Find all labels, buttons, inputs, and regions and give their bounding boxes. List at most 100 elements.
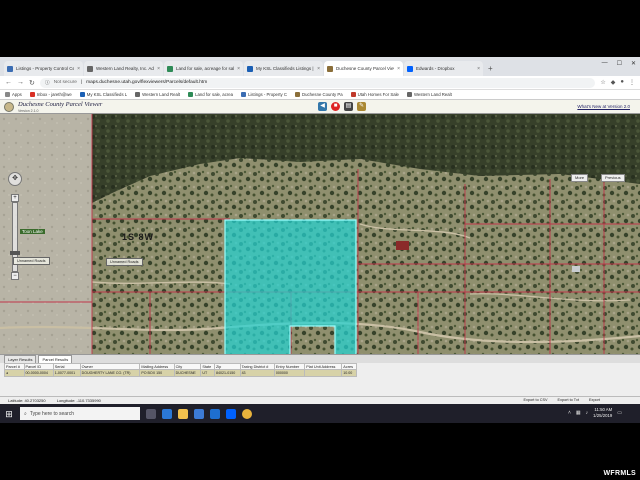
map-view[interactable]: 1S 8W Toon Lake ✥ + − Unnamed Roads Unna… (0, 114, 640, 354)
latitude-readout: Latitude: 40.2703250 (8, 398, 46, 403)
export-button[interactable]: Export (589, 398, 600, 402)
bookmark-item[interactable]: Western Land Realt (135, 92, 180, 97)
notification-chevron-icon[interactable]: ˄ (568, 410, 571, 416)
table-cell: PO BOX 150 (139, 369, 175, 377)
tab-parcel-results[interactable]: Parcel Results (38, 355, 73, 363)
more-button[interactable]: More (571, 174, 589, 182)
volume-icon[interactable]: ♪ (586, 410, 589, 416)
edge-icon[interactable] (162, 408, 172, 419)
taskbar-search[interactable]: ⌕ Type here to search (20, 407, 140, 420)
results-table: Parcel # Parcel ID Serial Owner Mailing … (4, 363, 357, 377)
browser-tab[interactable]: Listings - Property Control Cente × (4, 61, 83, 76)
bookmark-item[interactable]: Listings - Property C (241, 92, 287, 97)
browser-tab[interactable]: My KSL Classifieds Listings | ksl × (244, 61, 323, 76)
draw-icon[interactable]: ✎ (357, 102, 366, 111)
map-canvas[interactable] (0, 114, 640, 354)
tab-close-icon[interactable]: × (237, 66, 240, 72)
reload-icon[interactable]: ↻ (29, 79, 35, 87)
close-window-icon[interactable]: ✕ (631, 60, 636, 67)
star-icon[interactable]: ☆ (600, 79, 605, 86)
previous-button[interactable]: Previous (601, 174, 625, 182)
table-cell: DOUGHERTY LANE CO. (TR) (79, 369, 141, 377)
task-view-icon[interactable] (146, 408, 156, 419)
pinned-apps (146, 408, 252, 419)
watermark: WFRMLS (603, 470, 636, 477)
row-select-icon[interactable]: ◂ (4, 369, 25, 377)
browser-tab-active[interactable]: Duchesne County Parcel Viewer × (324, 61, 403, 76)
search-icon: ⌕ (24, 410, 27, 417)
table-row[interactable]: ◂ 00-0000-0004 1-0077-0001 DOUGHERTY LAN… (4, 369, 357, 377)
zoom-out-button[interactable]: − (11, 272, 19, 280)
longitude-readout: Longitude: -110.7335990 (56, 398, 101, 403)
browser-tab[interactable]: Western Land Realty, Inc. Admin × (84, 61, 163, 76)
status-bar: Latitude: 40.2703250 Longitude: -110.733… (0, 396, 640, 404)
clock[interactable]: 11:50 AM 1/25/2019 (593, 407, 612, 418)
action-center-icon[interactable]: ▭ (617, 410, 622, 416)
export-txt-button[interactable]: Export to Txt (558, 398, 579, 402)
clock-date: 1/25/2019 (593, 412, 613, 418)
zoom-slider-thumb[interactable] (10, 251, 20, 255)
bookmark-item[interactable]: Utah Homes For Sale (350, 92, 399, 97)
tab-close-icon[interactable]: × (77, 66, 80, 72)
new-tab-button[interactable]: + (488, 64, 493, 73)
table-cell: 1-0077-0001 (52, 369, 81, 377)
bookmark-item[interactable]: Inbox - jareth@we (29, 92, 72, 97)
tab-label: Edwards - Dropbox (416, 66, 455, 71)
url-field[interactable]: ⓘ Not secure | maps.duchesne.utah.gov/fl… (39, 77, 596, 88)
browser-tab[interactable]: Land for sale, acreage for sale, U × (164, 61, 243, 76)
export-csv-button[interactable]: Export to CSV (523, 398, 547, 402)
forward-icon[interactable]: → (17, 79, 24, 86)
tab-close-icon[interactable]: × (477, 66, 480, 72)
file-explorer-icon[interactable] (178, 408, 188, 419)
browser-tab-strip: Listings - Property Control Cente × West… (0, 57, 640, 76)
stop-icon[interactable]: ■ (331, 102, 340, 111)
bookmark-apps[interactable]: Apps (5, 92, 22, 97)
maximize-icon[interactable]: ☐ (617, 60, 622, 67)
dropbox-icon[interactable] (226, 408, 236, 419)
back-icon[interactable]: ← (5, 79, 12, 86)
bookmark-icon (241, 92, 247, 97)
navigate-icon[interactable]: ◀ (318, 102, 327, 111)
bookmark-item[interactable]: Land for sale, acrea (188, 92, 233, 97)
township-label: 1S 8W (122, 232, 155, 242)
tab-close-icon[interactable]: × (157, 66, 160, 72)
extension-icon[interactable]: ◆ (611, 79, 616, 86)
windows-start-icon[interactable]: ⊞ (2, 407, 16, 421)
tab-favicon-icon (7, 65, 13, 72)
chrome-icon[interactable] (242, 408, 252, 419)
bookmark-item[interactable]: Duchesne County Pa (295, 92, 343, 97)
search-placeholder: Type here to search (29, 410, 75, 417)
whats-new-link[interactable]: What's New at Version 2.0 (577, 104, 630, 109)
print-icon[interactable]: ▤ (344, 102, 353, 111)
network-icon[interactable]: ▦ (576, 410, 581, 416)
tab-favicon-icon (87, 65, 93, 72)
bookmark-item[interactable]: My KSL Classifieds L (79, 92, 127, 97)
mail-icon[interactable] (210, 408, 220, 419)
pan-control-icon[interactable]: ✥ (8, 172, 22, 186)
tab-close-icon[interactable]: × (317, 66, 320, 72)
address-bar-actions: ☆ ◆ ● ⋮ (600, 79, 635, 86)
bookmarks-bar: Apps Inbox - jareth@we My KSL Classified… (0, 90, 640, 100)
selected-parcel[interactable] (224, 219, 357, 354)
tab-close-icon[interactable]: × (397, 66, 400, 72)
bookmark-icon (295, 92, 300, 97)
results-tabs: Layer Results Parcel Results (0, 355, 640, 363)
minimize-icon[interactable]: — (602, 60, 608, 67)
zoom-in-button[interactable]: + (11, 194, 19, 202)
app-title: Duchesne County Parcel Viewer (18, 101, 103, 108)
bookmark-item[interactable]: Western Land Realt (406, 92, 452, 97)
store-icon[interactable] (194, 408, 204, 419)
tab-favicon-icon (167, 65, 173, 72)
apps-icon (5, 92, 10, 97)
profile-icon[interactable]: ● (620, 79, 624, 86)
browser-tab[interactable]: Edwards - Dropbox × (404, 61, 483, 76)
table-cell: 00-0000-0004 (23, 369, 54, 377)
info-icon[interactable]: ⓘ (45, 79, 50, 86)
url-text: maps.duchesne.utah.gov/flexviewers/Parce… (86, 80, 208, 85)
building (396, 241, 409, 250)
tab-layer-results[interactable]: Layer Results (4, 355, 37, 363)
system-tray: ˄ ▦ ♪ 11:50 AM 1/25/2019 ▭ (568, 407, 622, 418)
table-cell (304, 369, 343, 377)
menu-icon[interactable]: ⋮ (629, 79, 635, 86)
bookmark-icon (406, 92, 412, 97)
